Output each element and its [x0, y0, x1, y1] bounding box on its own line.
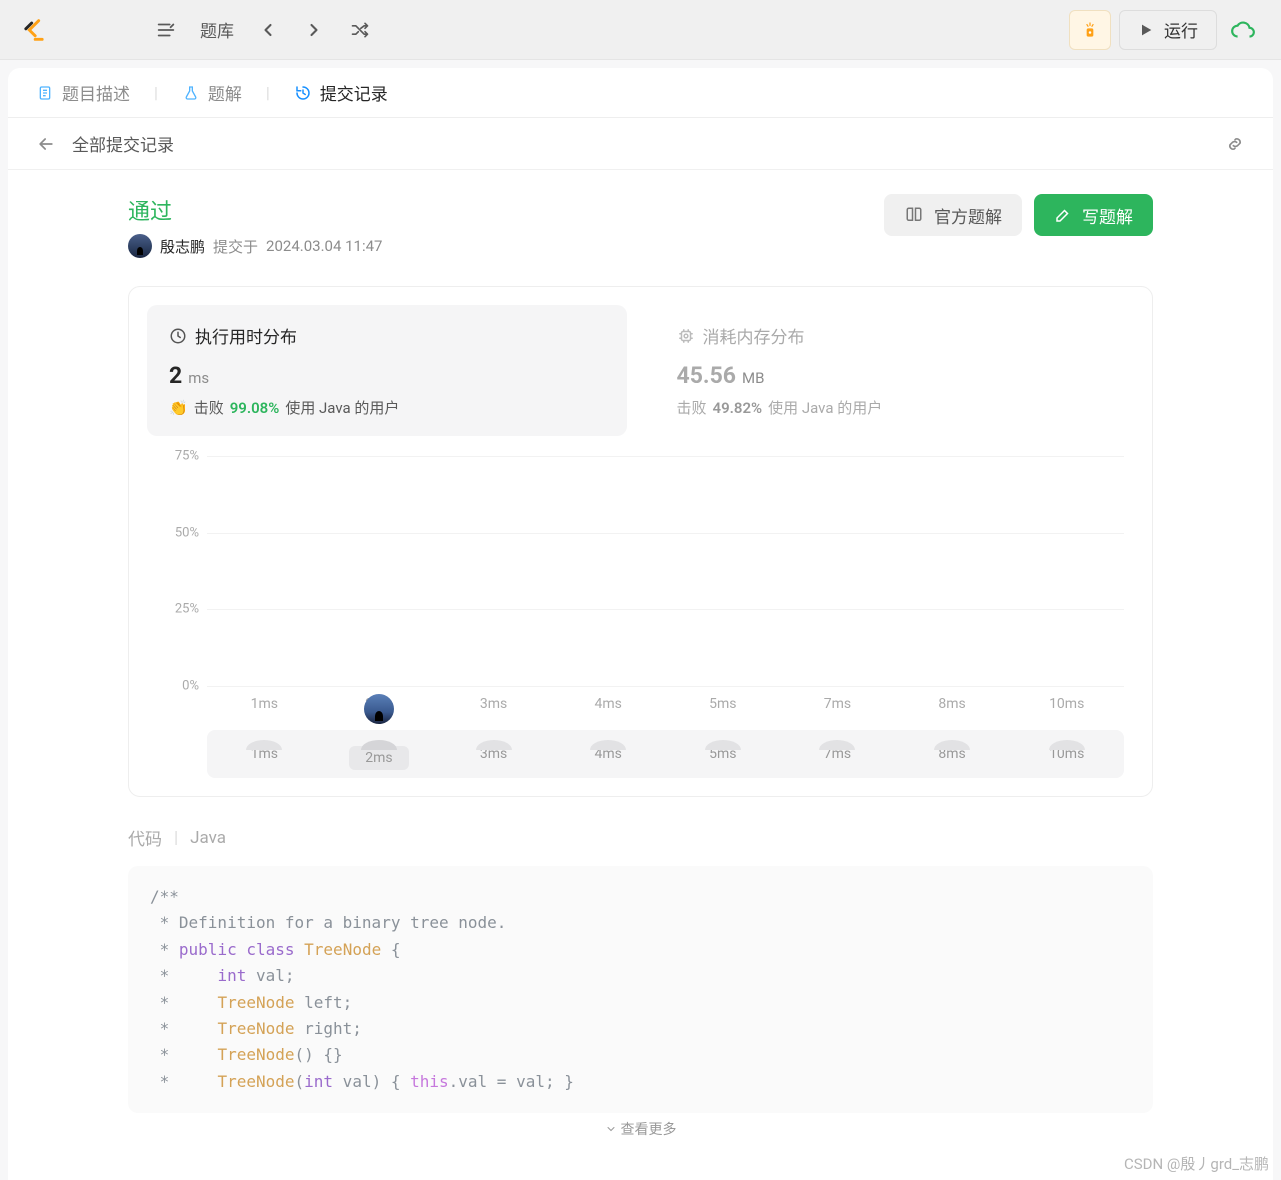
user-avatar[interactable] [128, 234, 152, 258]
y-tick: 25% [175, 602, 199, 617]
bar-avatar [364, 694, 394, 724]
chart-plot [207, 456, 1124, 686]
range-tick[interactable]: 3ms [464, 746, 524, 770]
next-problem-button[interactable] [296, 12, 332, 48]
breadcrumb-text[interactable]: 全部提交记录 [72, 131, 174, 156]
write-solution-button[interactable]: 写题解 [1034, 194, 1153, 236]
memory-beat-pct: 49.82% [713, 399, 763, 417]
username[interactable]: 殷志鹏 [160, 236, 205, 257]
memory-value: 45.56 [677, 362, 736, 389]
code-header: 代码 | Java [128, 825, 1153, 850]
run-label: 运行 [1164, 17, 1198, 42]
x-tick: 1ms [234, 696, 294, 712]
runtime-beat-pct: 99.08% [230, 399, 280, 417]
problems-label[interactable]: 题库 [200, 17, 234, 42]
leetcode-logo[interactable] [20, 16, 48, 44]
tab-description[interactable]: 题目描述 [36, 80, 130, 105]
runtime-distribution-chart: 0%25%50%75% 1ms2ms3ms4ms5ms7ms8ms10ms 1m… [147, 456, 1134, 778]
x-tick: 4ms [578, 696, 638, 712]
runtime-unit: ms [188, 369, 209, 387]
cloud-sync-icon[interactable] [1225, 12, 1261, 48]
nav-group: 题库 [148, 12, 378, 48]
tab-solution[interactable]: 题解 [182, 80, 242, 105]
range-tick[interactable]: 1ms [234, 746, 294, 770]
premium-button[interactable] [1069, 10, 1111, 50]
breadcrumb-row: 全部提交记录 [8, 118, 1273, 170]
clap-icon: 👏 [169, 399, 188, 417]
back-button[interactable] [32, 130, 60, 158]
chart-x-axis: 1ms2ms3ms4ms5ms7ms8ms10ms [207, 696, 1124, 712]
x-tick: 5ms [693, 696, 753, 712]
document-icon [36, 84, 54, 102]
memory-panel[interactable]: 消耗内存分布 45.56 MB 击败 49.82% 使用 Java 的用户 [655, 305, 1135, 436]
clock-icon [169, 327, 187, 345]
code-label: 代码 [128, 825, 162, 850]
share-link-button[interactable] [1221, 130, 1249, 158]
play-icon [1138, 22, 1154, 38]
x-tick: 10ms [1037, 696, 1097, 712]
range-tick[interactable]: 8ms [922, 746, 982, 770]
range-tick[interactable]: 5ms [693, 746, 753, 770]
range-tick[interactable]: 10ms [1037, 746, 1097, 770]
x-tick: 3ms [464, 696, 524, 712]
range-tick[interactable]: 2ms [349, 746, 409, 770]
chart-range-selector[interactable]: 1ms 2ms 3ms 4ms 5ms 7ms 8ms 10ms [207, 730, 1124, 778]
status-row: 通过 殷志鹏 提交于 2024.03.04 11:47 官方题解 写题解 [128, 194, 1153, 258]
history-icon [294, 84, 312, 102]
memory-unit: MB [742, 369, 764, 387]
runtime-value: 2 [169, 362, 182, 389]
submission-result: 通过 [128, 194, 382, 226]
main-content: 通过 殷志鹏 提交于 2024.03.04 11:47 官方题解 写题解 [8, 170, 1273, 1180]
flask-icon [182, 84, 200, 102]
range-tick[interactable]: 7ms [807, 746, 867, 770]
code-box[interactable]: /** * Definition for a binary tree node.… [128, 866, 1153, 1113]
submitted-label: 提交于 [213, 236, 258, 257]
submitter-info: 殷志鹏 提交于 2024.03.04 11:47 [128, 234, 382, 258]
official-solution-button[interactable]: 官方题解 [884, 194, 1022, 236]
list-icon[interactable] [148, 12, 184, 48]
run-button[interactable]: 运行 [1119, 10, 1217, 50]
book-icon [904, 206, 924, 224]
submit-timestamp: 2024.03.04 11:47 [266, 237, 382, 255]
toolbar-right: 运行 [1069, 10, 1261, 50]
chip-icon [677, 327, 695, 345]
y-tick: 50% [175, 525, 199, 540]
tabs-row: 题目描述 | 题解 | 提交记录 [8, 68, 1273, 118]
y-tick: 0% [182, 679, 199, 694]
x-tick: 7ms [807, 696, 867, 712]
prev-problem-button[interactable] [250, 12, 286, 48]
shuffle-button[interactable] [342, 12, 378, 48]
show-more-button[interactable]: 查看更多 [128, 1113, 1153, 1145]
x-tick: 8ms [922, 696, 982, 712]
tab-separator: | [266, 83, 270, 102]
stats-card: 执行用时分布 2 ms 👏 击败 99.08% 使用 Java 的用户 消耗内存… [128, 286, 1153, 797]
runtime-panel[interactable]: 执行用时分布 2 ms 👏 击败 99.08% 使用 Java 的用户 [147, 305, 627, 436]
range-tick[interactable]: 4ms [578, 746, 638, 770]
code-language: Java [190, 828, 226, 848]
chart-y-axis: 0%25%50%75% [157, 456, 207, 686]
edit-icon [1054, 206, 1072, 224]
tab-submissions[interactable]: 提交记录 [294, 80, 388, 105]
top-toolbar: 题库 运行 [0, 0, 1281, 60]
tab-separator: | [154, 83, 158, 102]
y-tick: 75% [175, 449, 199, 464]
chevron-down-icon [605, 1123, 617, 1135]
